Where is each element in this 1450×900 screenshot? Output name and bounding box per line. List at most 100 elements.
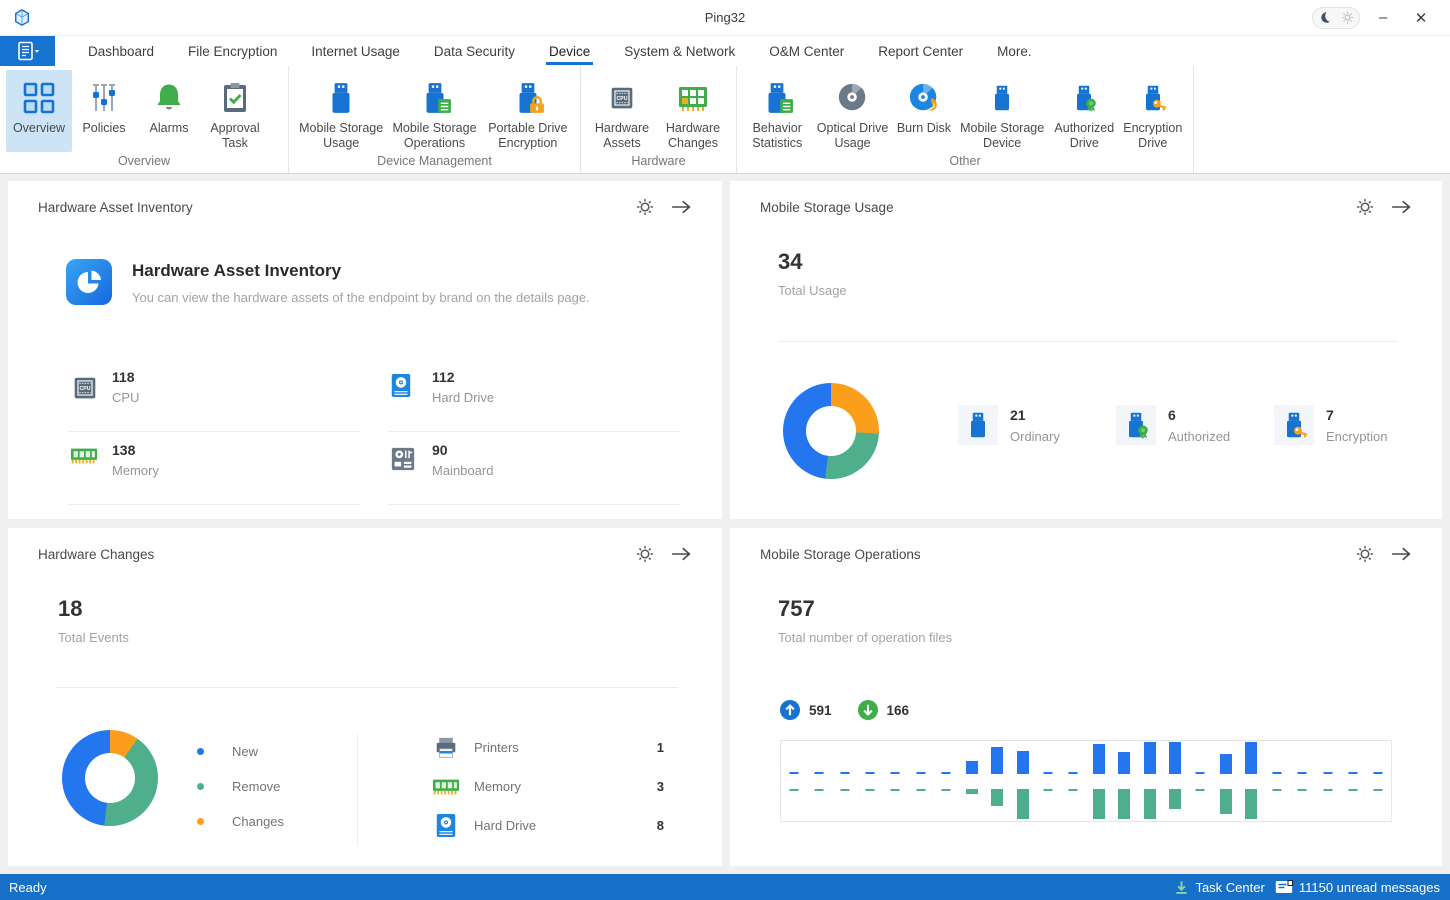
stat-value: 138 [112,442,135,458]
ribbon-button-behavior-statistics[interactable]: Behavior Statistics [743,70,811,152]
pie-hero-icon [66,259,112,305]
ribbon-button-mobile-storage-operations[interactable]: Mobile Storage Operations [387,70,481,152]
bar-column [1289,741,1314,821]
open-details-arrow-icon[interactable] [1390,546,1412,562]
device-label: Printers [474,740,519,755]
task-center-button[interactable]: Task Center [1174,880,1264,895]
harddrive-icon [390,373,420,398]
panel-title: Hardware Asset Inventory [38,200,193,215]
close-button[interactable]: ✕ [1406,5,1436,31]
menu-tab-device[interactable]: Device [532,36,607,66]
unread-messages-button[interactable]: 11150 unread messages [1275,880,1440,895]
upload-bar [865,772,874,774]
title-bar: Ping32 – ✕ [0,0,1450,36]
ribbon-button-label: Mobile Storage Usage [298,121,384,152]
download-bar [1272,789,1281,791]
upload-bar [1298,772,1307,774]
ribbon-button-mobile-storage-usage[interactable]: Mobile Storage Usage [295,70,387,152]
theme-toggle[interactable] [1312,7,1360,29]
ribbon-button-approval-task[interactable]: Approval Task [202,70,268,152]
bar-column [908,741,933,821]
ribbon-button-portable-drive-encryption[interactable]: Portable Drive Encryption [482,70,574,152]
download-bar [1298,789,1307,791]
ribbon-button-optical-drive-usage[interactable]: Optical Drive Usage [811,70,893,152]
svg-text:CPU: CPU [616,96,627,102]
memory-green-grid-icon [676,78,710,118]
open-details-arrow-icon[interactable] [670,199,692,215]
cpu-chip-icon: CPU [607,78,637,118]
settings-gear-icon[interactable] [1356,198,1374,216]
total-events-value: 18 [58,596,129,622]
burn-disk-icon [907,78,941,118]
file-menu-button[interactable] [0,36,55,66]
legend-item-changes[interactable]: Changes [197,804,284,839]
menu-tab-more[interactable]: More. [980,36,1049,66]
settings-gear-icon[interactable] [636,198,654,216]
bar-column [1239,741,1264,821]
bar-column [1213,741,1238,821]
ribbon-button-policies[interactable]: Policies [72,70,136,152]
dashboard-content: Hardware Asset Inventory Hardware Asset … [0,174,1450,874]
open-details-arrow-icon[interactable] [670,546,692,562]
panel-mobile-storage-usage: Mobile Storage Usage 34 Total Usage 21Or… [730,181,1442,519]
download-bar [789,789,798,791]
stat-cpu: CPU 118CPU [68,359,360,432]
download-bar [942,789,951,791]
bar-column [1010,741,1035,821]
stat-label: Hard Drive [432,390,494,405]
menu-tab-internet-usage[interactable]: Internet Usage [294,36,417,66]
download-bar [1220,789,1232,814]
upload-bar [1093,744,1105,774]
menu-tab-o-m-center[interactable]: O&M Center [752,36,861,66]
ribbon-button-authorized-drive[interactable]: Authorized Drive [1050,70,1118,152]
minimize-button[interactable]: – [1368,5,1398,31]
sun-icon[interactable] [1341,11,1354,24]
open-details-arrow-icon[interactable] [1390,199,1412,215]
device-row-memory: Memory 3 [432,767,664,806]
ribbon-button-burn-disk[interactable]: Burn Disk [894,70,955,152]
bar-column [984,741,1009,821]
bar-column [934,741,959,821]
moon-icon[interactable] [1318,11,1331,24]
legend-label: New [232,744,258,759]
menu-tab-dashboard[interactable]: Dashboard [71,36,171,66]
bar-column [1340,741,1365,821]
panel-title: Hardware Changes [38,547,154,562]
stat-value: 118 [112,369,135,385]
file-menu-icon [15,41,41,61]
ribbon-button-encryption-drive[interactable]: Encryption Drive [1119,70,1187,152]
bar-column [959,741,984,821]
ribbon-group-other: Behavior Statistics Optical Drive Usage … [737,66,1194,173]
ribbon-button-hardware-changes[interactable]: Hardware Changes [657,70,729,152]
usage-item-value: 21 [1010,407,1060,423]
ribbon-button-mobile-storage-device[interactable]: Mobile Storage Device [954,70,1050,152]
upload-bar [1144,742,1156,774]
legend-item-new[interactable]: New [197,734,284,769]
ribbon-button-hardware-assets[interactable]: CPUHardware Assets [587,70,657,152]
stat-hard-drive: 112Hard Drive [388,359,680,432]
menu-tab-report-center[interactable]: Report Center [861,36,980,66]
menu-tab-data-security[interactable]: Data Security [417,36,532,66]
stat-label: Mainboard [432,463,493,478]
stat-label: Memory [112,463,159,478]
ribbon: OverviewPoliciesAlarmsApproval TaskOverv… [0,66,1450,174]
ribbon-button-label: Overview [13,121,65,137]
download-bar [1144,789,1156,819]
download-bar [1169,789,1181,809]
menu-bar: DashboardFile EncryptionInternet UsageDa… [0,36,1450,66]
ribbon-button-overview[interactable]: Overview [6,70,72,152]
ribbon-button-label: Mobile Storage Operations [390,121,478,152]
approval-task-icon [218,78,252,118]
settings-gear-icon[interactable] [1356,545,1374,563]
menu-tab-file-encryption[interactable]: File Encryption [171,36,294,66]
ribbon-group-label: Hardware [581,152,736,173]
legend-dot [197,818,204,825]
optical-disc-icon [836,78,870,118]
legend-item-remove[interactable]: Remove [197,769,284,804]
usb-lock-icon [511,78,545,118]
device-label: Hard Drive [474,818,536,833]
bar-column [857,741,882,821]
menu-tab-system-network[interactable]: System & Network [607,36,752,66]
ribbon-button-alarms[interactable]: Alarms [136,70,202,152]
settings-gear-icon[interactable] [636,545,654,563]
